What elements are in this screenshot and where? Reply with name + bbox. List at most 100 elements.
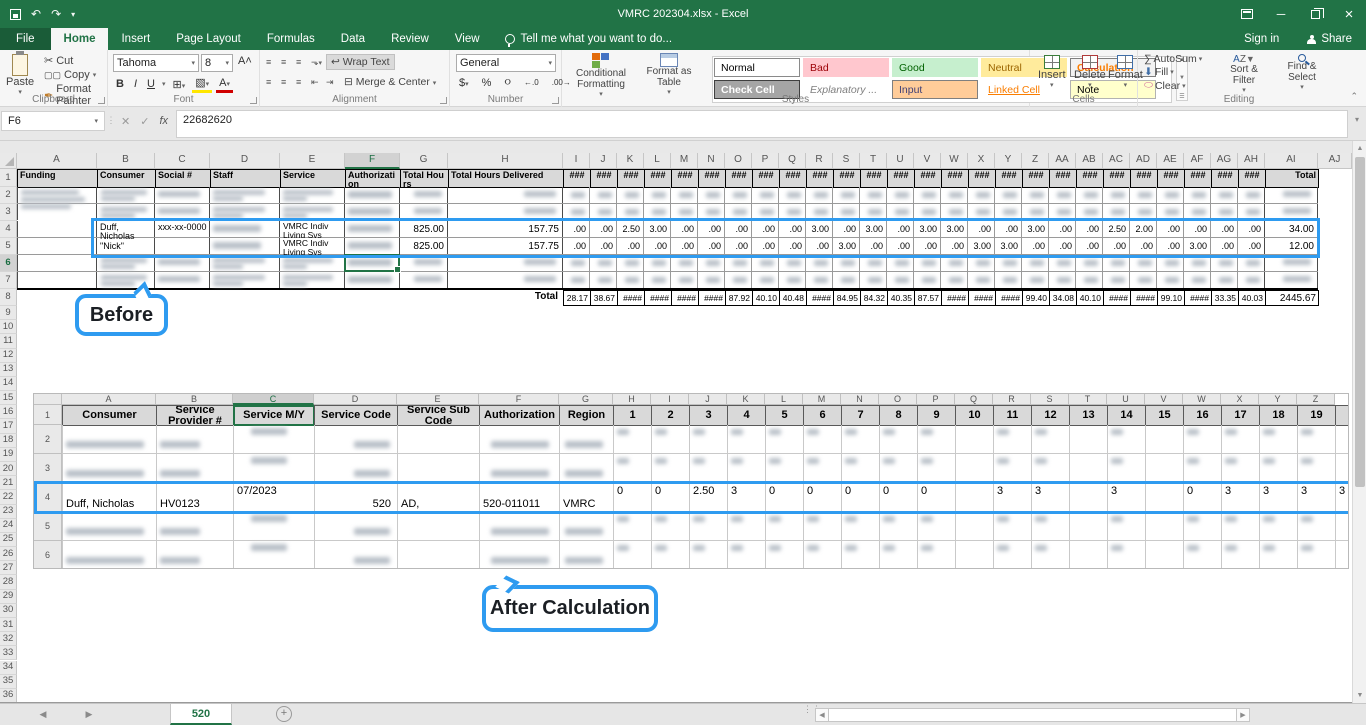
row-header-9[interactable]: 9 <box>0 306 17 320</box>
column-header-B[interactable]: B <box>97 153 155 169</box>
row-header-19[interactable]: 19 <box>0 448 17 462</box>
ribbon-tab-review[interactable]: Review <box>378 28 442 50</box>
row-header-25[interactable]: 25 <box>0 533 17 547</box>
ribbon-tab-page-layout[interactable]: Page Layout <box>163 28 254 50</box>
header-cell-day[interactable]: ### <box>887 169 915 188</box>
cell-row-total[interactable]: 34.00 <box>1266 224 1316 237</box>
cell-day-value[interactable]: .00 <box>1077 224 1101 237</box>
cell-day-value[interactable]: 2.50 <box>1104 224 1128 237</box>
select-all-corner[interactable] <box>0 153 17 169</box>
column-header-Z[interactable]: Z <box>1022 153 1049 169</box>
cell-hours-delivered[interactable]: 157.75 <box>449 241 561 254</box>
vertical-scrollbar-thumb[interactable] <box>1355 157 1365 487</box>
increase-indent-icon[interactable]: ⇥ <box>326 77 339 88</box>
header-cell-day[interactable]: ### <box>1130 169 1158 188</box>
total-row-value[interactable]: 34.08 <box>1049 290 1077 306</box>
sheet-nav-right-icon[interactable]: ▶ <box>80 704 98 725</box>
cell-day-value[interactable]: .00 <box>1158 224 1182 237</box>
row-header-23[interactable]: 23 <box>0 505 17 519</box>
align-center-icon[interactable]: ≡ <box>281 77 294 87</box>
cell-style-bad[interactable]: Bad <box>803 58 889 77</box>
cut-button[interactable]: ✂Cut <box>44 54 107 67</box>
row-header-16[interactable]: 16 <box>0 405 17 419</box>
paste-button[interactable]: Paste ▾ <box>6 54 34 96</box>
cell-day-value[interactable]: 3.00 <box>645 224 669 237</box>
cell-day-value[interactable]: .00 <box>1050 224 1074 237</box>
header-cell-A[interactable]: Funding <box>17 169 98 188</box>
cell-day-value[interactable]: .00 <box>1212 241 1236 254</box>
header-cell-day[interactable]: ### <box>563 169 591 188</box>
cell-day-value[interactable]: .00 <box>996 224 1020 237</box>
row-header-32[interactable]: 32 <box>0 632 17 646</box>
delete-cells-button[interactable]: Delete▾ <box>1074 55 1106 89</box>
cell-day-value[interactable]: .00 <box>564 241 588 254</box>
horizontal-scrollbar-track[interactable] <box>829 708 1236 722</box>
total-row-value[interactable]: 40.35 <box>887 290 915 306</box>
fill-button[interactable]: ⬇ Fill ▾ <box>1144 66 1202 78</box>
cell-day-value[interactable]: 3.00 <box>1023 224 1047 237</box>
selected-cell-F6[interactable] <box>344 254 400 272</box>
cell-hours-delivered[interactable]: 157.75 <box>449 224 561 237</box>
share-button[interactable]: Share <box>1293 33 1366 45</box>
cell-day-value[interactable]: .00 <box>618 241 642 254</box>
column-header-K[interactable]: K <box>617 153 644 169</box>
column-header-Q[interactable]: Q <box>779 153 806 169</box>
cell-total-hours[interactable]: 825.00 <box>401 224 446 237</box>
header-cell-G[interactable]: Total Hours <box>400 169 449 188</box>
column-header-J[interactable]: J <box>590 153 617 169</box>
header-cell-day[interactable]: ### <box>1238 169 1266 188</box>
cell-day-value[interactable]: .00 <box>1185 224 1209 237</box>
insert-cells-button[interactable]: Insert▾ <box>1038 55 1066 89</box>
format-as-table-button[interactable]: Format as Table ▾ <box>638 53 700 96</box>
row-header-13[interactable]: 13 <box>0 363 17 377</box>
name-box[interactable]: F6▾ <box>1 111 105 131</box>
scroll-up-icon[interactable]: ▲ <box>1354 142 1366 155</box>
row-header-36[interactable]: 36 <box>0 689 17 703</box>
total-row-value[interactable]: #### <box>1184 290 1212 306</box>
font-color-icon[interactable]: A▾ <box>216 76 233 93</box>
header-cell-day[interactable]: ### <box>644 169 672 188</box>
cell-day-value[interactable]: .00 <box>1239 241 1263 254</box>
header-cell-day[interactable]: ### <box>698 169 726 188</box>
total-row-value[interactable]: 99.10 <box>1157 290 1185 306</box>
header-cell-D[interactable]: Staff <box>210 169 281 188</box>
horizontal-scrollbar[interactable]: ◀ ▶ <box>815 708 1250 722</box>
accounting-format-icon[interactable]: $▾ <box>456 76 472 90</box>
total-row-value[interactable]: 38.67 <box>590 290 618 306</box>
header-cell-day[interactable]: ### <box>1022 169 1050 188</box>
row-header-33[interactable]: 33 <box>0 646 17 660</box>
row-header-29[interactable]: 29 <box>0 590 17 604</box>
row-header-4[interactable]: 4 <box>0 221 17 238</box>
total-row-value[interactable]: 40.10 <box>1076 290 1104 306</box>
total-row-value[interactable]: #### <box>995 290 1023 306</box>
font-name-select[interactable]: Tahoma▾ <box>113 54 199 72</box>
row-header-2[interactable]: 2 <box>0 187 17 204</box>
cell-day-value[interactable]: .00 <box>1239 224 1263 237</box>
ribbon-display-options-icon[interactable] <box>1230 0 1264 28</box>
row-header-6[interactable]: 6 <box>0 255 17 272</box>
header-cell-day[interactable]: ### <box>1103 169 1131 188</box>
cell-day-value[interactable]: .00 <box>969 224 993 237</box>
row-header-24[interactable]: 24 <box>0 519 17 533</box>
header-cell-F[interactable]: Authorization <box>345 169 401 188</box>
column-header-I[interactable]: I <box>563 153 590 169</box>
column-header-AJ[interactable]: AJ <box>1318 153 1352 169</box>
number-dialog-launcher-icon[interactable] <box>552 97 559 104</box>
cell-day-value[interactable]: .00 <box>753 241 777 254</box>
ribbon-tab-formulas[interactable]: Formulas <box>254 28 328 50</box>
hscroll-left-icon[interactable]: ◀ <box>815 708 829 722</box>
cell-day-value[interactable]: .00 <box>591 241 615 254</box>
cell-day-value[interactable]: 3.00 <box>915 224 939 237</box>
find-select-button[interactable]: Find & Select▾ <box>1276 54 1328 91</box>
cell-day-value[interactable]: .00 <box>1050 241 1074 254</box>
scroll-down-icon[interactable]: ▼ <box>1354 689 1366 702</box>
cell-day-value[interactable]: .00 <box>915 241 939 254</box>
column-header-AA[interactable]: AA <box>1049 153 1076 169</box>
column-header-C[interactable]: C <box>155 153 210 169</box>
header-cell-day[interactable]: ### <box>941 169 969 188</box>
header-cell-day[interactable]: ### <box>806 169 834 188</box>
borders-icon[interactable]: ⊞▾ <box>169 77 188 92</box>
increase-decimal-icon[interactable]: ←.0 <box>521 77 542 88</box>
cell-day-value[interactable]: .00 <box>861 241 885 254</box>
tell-me-box[interactable]: Tell me what you want to do... <box>493 28 685 50</box>
